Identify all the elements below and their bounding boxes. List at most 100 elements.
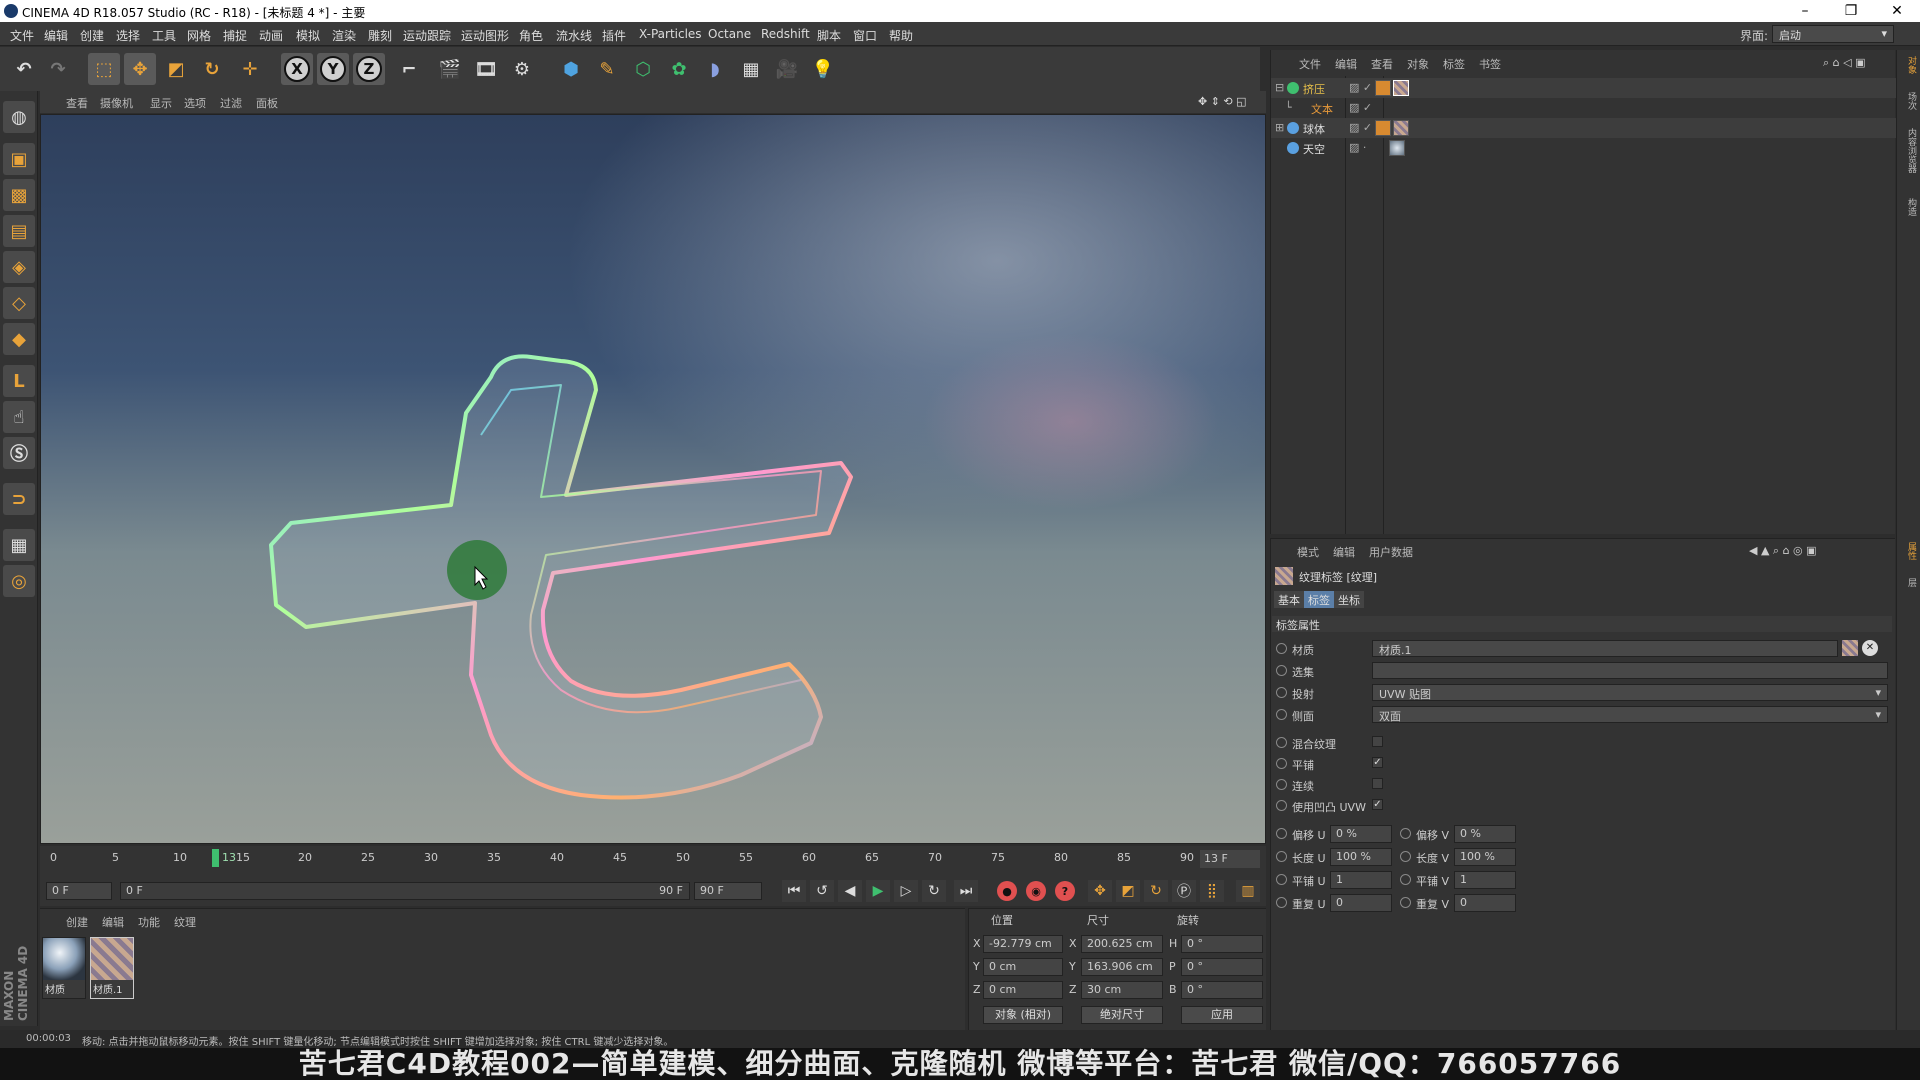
animate-icon[interactable]	[1400, 851, 1411, 862]
previous-key-icon[interactable]: ↺	[810, 880, 834, 902]
z-axis-lock-button[interactable]: Z	[353, 53, 385, 85]
record-keys-icon[interactable]: ●	[997, 881, 1017, 901]
expand-icon[interactable]: ⊞	[1275, 121, 1284, 134]
tab-layers[interactable]: 层	[1900, 578, 1918, 587]
animate-icon[interactable]	[1276, 643, 1287, 654]
minimize-button[interactable]: –	[1782, 0, 1828, 22]
object-menu-bookmarks[interactable]: 书签	[1479, 56, 1501, 72]
previous-frame-icon[interactable]: ◀	[838, 880, 862, 902]
menu-window[interactable]: 窗口	[853, 27, 877, 44]
bump-checkbox[interactable]: ✓	[1372, 799, 1383, 810]
subdivision-surface-icon[interactable]: ⬡	[627, 53, 659, 85]
tiles-v-field[interactable]: 1	[1454, 871, 1516, 889]
size-x-field[interactable]: 200.625 cm	[1081, 935, 1163, 953]
workplane-mode-icon[interactable]: ▤	[3, 215, 35, 247]
repeat-v-field[interactable]: 0	[1454, 894, 1516, 912]
deformer-icon[interactable]: ◗	[699, 53, 731, 85]
edges-mode-icon[interactable]: ◇	[3, 287, 35, 319]
attr-nav-icons[interactable]: ◀ ▲ ⌕ ⌂ ◎ ▣	[1749, 544, 1817, 558]
seamless-checkbox[interactable]	[1372, 778, 1383, 789]
tab-basic[interactable]: 基本	[1274, 591, 1304, 608]
object-menu-edit[interactable]: 编辑	[1335, 56, 1357, 72]
menu-tools[interactable]: 工具	[152, 27, 176, 44]
cloner-icon[interactable]: ✿	[663, 53, 695, 85]
expand-icon[interactable]: ⊟	[1275, 81, 1284, 94]
attr-menu-edit[interactable]: 编辑	[1333, 544, 1355, 560]
mix-checkbox[interactable]	[1372, 736, 1383, 747]
menu-file[interactable]: 文件	[10, 27, 34, 44]
polygons-mode-icon[interactable]: ◆	[3, 323, 35, 355]
menu-pipeline[interactable]: 流水线	[556, 27, 592, 44]
points-mode-icon[interactable]: ◈	[3, 251, 35, 283]
animate-icon[interactable]	[1276, 897, 1287, 908]
side-dropdown[interactable]: 双面 ▾	[1372, 706, 1888, 723]
clear-link-icon[interactable]: ✕	[1862, 640, 1878, 656]
animate-icon[interactable]	[1276, 874, 1287, 885]
x-axis-lock-button[interactable]: X	[281, 53, 313, 85]
solo-icon[interactable]: Ⓢ	[3, 437, 35, 469]
animate-icon[interactable]	[1276, 851, 1287, 862]
snap-icon[interactable]: ⊃	[3, 483, 35, 515]
timeline-layout-icon[interactable]: ▥	[1236, 880, 1260, 902]
size-y-field[interactable]: 163.906 cm	[1081, 958, 1163, 976]
menu-motion-tracking[interactable]: 运动跟踪	[403, 27, 451, 44]
animate-icon[interactable]	[1276, 828, 1287, 839]
material-swatch[interactable]: 材质.1	[90, 937, 134, 999]
tab-attributes[interactable]: 属性	[1900, 542, 1918, 560]
apply-button[interactable]: 应用	[1181, 1006, 1263, 1024]
object-menu-view[interactable]: 查看	[1371, 56, 1393, 72]
object-search-icon[interactable]: ⌕ ⌂ ◁ ▣	[1823, 56, 1866, 70]
current-frame-marker[interactable]	[212, 849, 219, 867]
phong-tag-icon[interactable]	[1375, 80, 1391, 96]
workplane-lock-icon[interactable]: ▦	[3, 529, 35, 561]
animate-icon[interactable]	[1276, 800, 1287, 811]
length-u-field[interactable]: 100 %	[1330, 848, 1392, 866]
rotate-tool-icon[interactable]: ↻	[196, 53, 228, 85]
tab-content-browser[interactable]: 内容浏览器	[1900, 128, 1918, 173]
menu-mesh[interactable]: 网格	[187, 27, 211, 44]
object-menu-objects[interactable]: 对象	[1407, 56, 1429, 72]
enable-axis-icon[interactable]: L	[3, 365, 35, 397]
key-parameter-icon[interactable]: Ⓟ	[1172, 880, 1196, 902]
maximize-button[interactable]: ❐	[1828, 0, 1874, 22]
material-menu-create[interactable]: 创建	[66, 914, 88, 930]
rotation-b-field[interactable]: 0 °	[1181, 981, 1263, 999]
key-scale-icon[interactable]: ◩	[1116, 880, 1140, 902]
object-row-extrude[interactable]: ⊟ 挤压 ▨ ✓	[1271, 78, 1896, 98]
key-rotation-icon[interactable]: ↻	[1144, 880, 1168, 902]
make-editable-icon[interactable]: ◍	[3, 101, 35, 133]
menu-octane[interactable]: Octane	[708, 27, 751, 41]
animate-icon[interactable]	[1276, 687, 1287, 698]
animate-icon[interactable]	[1400, 874, 1411, 885]
3d-viewport[interactable]	[40, 114, 1266, 844]
coordinate-mode-dropdown[interactable]: 对象 (相对)	[983, 1006, 1063, 1024]
live-selection-icon[interactable]: ⬚	[88, 53, 120, 85]
model-mode-icon[interactable]: ▣	[3, 143, 35, 175]
next-frame-icon[interactable]: ▷	[894, 880, 918, 902]
projection-dropdown[interactable]: UVW 贴图 ▾	[1372, 684, 1888, 701]
close-button[interactable]: ✕	[1874, 0, 1920, 22]
menu-redshift[interactable]: Redshift	[761, 27, 810, 41]
floor-icon[interactable]: ▦	[735, 53, 767, 85]
object-row-sky[interactable]: 天空 ▨ ·	[1271, 138, 1896, 158]
viewport-menu-camera[interactable]: 摄像机	[100, 95, 133, 111]
material-preview-icon[interactable]	[1842, 640, 1858, 656]
position-y-field[interactable]: 0 cm	[983, 958, 1063, 976]
animate-icon[interactable]	[1276, 758, 1287, 769]
visibility-icon[interactable]: ▨ ✓	[1349, 101, 1372, 114]
visibility-icon[interactable]: ▨ ✓	[1349, 81, 1372, 94]
move-tool-icon[interactable]: ✥	[124, 53, 156, 85]
viewport-menu-filter[interactable]: 过滤	[220, 95, 242, 111]
tab-objects[interactable]: 对象	[1900, 56, 1918, 74]
length-v-field[interactable]: 100 %	[1454, 848, 1516, 866]
menu-simulate[interactable]: 模拟	[296, 27, 320, 44]
offset-u-field[interactable]: 0 %	[1330, 825, 1392, 843]
texture-tag-icon[interactable]	[1393, 80, 1409, 96]
play-icon[interactable]: ▶	[866, 880, 890, 902]
menu-help[interactable]: 帮助	[889, 27, 913, 44]
position-x-field[interactable]: -92.779 cm	[983, 935, 1063, 953]
object-row-text[interactable]: └ 文本 ▨ ✓	[1271, 98, 1896, 118]
menu-create[interactable]: 创建	[80, 27, 104, 44]
autokey-icon[interactable]: ◉	[1026, 881, 1046, 901]
redo-icon[interactable]: ↷	[42, 53, 74, 85]
